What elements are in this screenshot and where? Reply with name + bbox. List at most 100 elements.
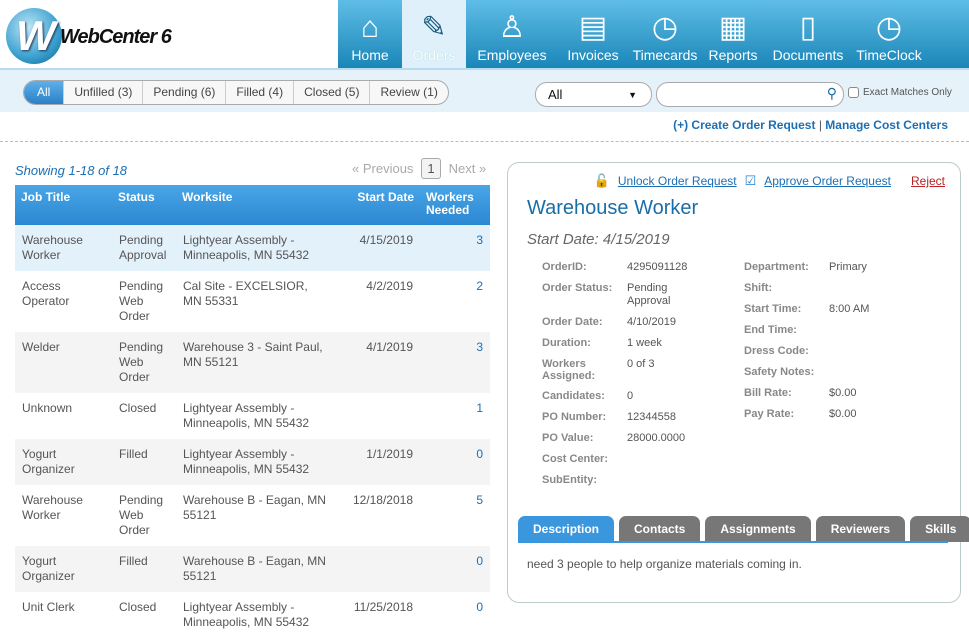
filter-pending-6[interactable]: Pending (6) <box>142 81 225 104</box>
cell-status: Filled <box>112 439 176 485</box>
page-number-button[interactable]: 1 <box>421 158 441 179</box>
dropdown-arrow-icon: ▼ <box>628 90 637 100</box>
showing-count: Showing 1-18 of 18 <box>15 163 128 178</box>
cell-workers-needed: 0 <box>420 546 490 592</box>
field-value <box>627 474 697 487</box>
field-po-number: PO Number: 12344558 <box>542 411 697 424</box>
search-icon[interactable]: ⚲ <box>827 85 837 102</box>
cell-status: Pending Web Order <box>112 332 176 393</box>
approve-order-request-link[interactable]: Approve Order Request <box>764 174 891 188</box>
category-select[interactable]: All ▼ <box>535 82 652 107</box>
nav-label: Timecards <box>632 47 698 63</box>
order-start-date: Start Date: 4/15/2019 <box>527 231 670 248</box>
field-value: Pending Approval <box>627 282 671 307</box>
next-page-link[interactable]: Next » <box>449 161 487 176</box>
column-header-job-title[interactable]: Job Title <box>15 185 112 225</box>
cell-job-title: Access Operator <box>22 279 70 308</box>
field-label: Pay Rate: <box>744 408 795 420</box>
table-row[interactable]: Yogurt Organizer Filled Lightyear Assembly… <box>15 439 490 485</box>
nav-timeclock[interactable]: ◷ TimeClock <box>852 0 926 68</box>
tab-assignments[interactable]: Assignments <box>705 516 811 542</box>
cell-start-date: 1/1/2019 <box>336 439 420 485</box>
column-header-start-date[interactable]: Start Date <box>336 185 420 225</box>
nav-label: Orders <box>412 47 456 63</box>
link-separator: | <box>818 118 822 132</box>
field-dress-code: Dress Code: <box>744 345 899 358</box>
field-label: Cost Center: <box>542 453 609 465</box>
column-header-workers-needed[interactable]: Workers Needed <box>420 185 490 225</box>
nav-home[interactable]: ⌂ Home <box>338 0 402 68</box>
exact-matches-checkbox[interactable] <box>848 87 859 98</box>
filter-review-1[interactable]: Review (1) <box>369 81 447 104</box>
exact-matches-option[interactable]: Exact Matches Only <box>848 87 952 98</box>
divider <box>0 141 969 142</box>
field-cost-center: Cost Center: <box>542 453 697 466</box>
field-subentity: SubEntity: <box>542 474 697 487</box>
tab-reviewers[interactable]: Reviewers <box>815 516 906 542</box>
table-row[interactable]: Access Operator Pending Web Order Cal Site… <box>15 271 490 332</box>
field-candidates: Candidates: 0 <box>542 390 697 403</box>
cell-start-date: 4/2/2019 <box>366 279 413 293</box>
filter-closed-5[interactable]: Closed (5) <box>293 81 369 104</box>
field-value: 12344558 <box>627 411 676 423</box>
cell-job-title: Warehouse Worker <box>15 225 112 271</box>
filter-unfilled-3[interactable]: Unfilled (3) <box>63 81 142 104</box>
cell-workers-needed: 0 <box>420 439 490 485</box>
nav-timecards[interactable]: ◷ Timecards <box>628 0 702 68</box>
filter-all[interactable]: All <box>24 81 64 104</box>
main-nav: ⌂ Home ✎ Orders ♙ Employees ▤ Invoices ◷ Timecard… <box>338 0 969 68</box>
nav-orders[interactable]: ✎ Orders <box>402 0 466 68</box>
tab-description[interactable]: Description <box>518 516 615 542</box>
field-label: Safety Notes: <box>744 366 815 378</box>
detail-tabs: Description Contacts Assignments Reviewers S… <box>518 516 969 542</box>
filter-filled-4[interactable]: Filled (4) <box>225 81 293 104</box>
field-label: SubEntity: <box>542 474 597 486</box>
cell-status: Pending Web Order <box>119 493 164 537</box>
tab-contacts[interactable]: Contacts <box>619 516 701 542</box>
table-row[interactable]: Yogurt Organizer Filled Warehouse B - Eaga… <box>15 546 490 592</box>
field-value: 4295091128 <box>627 261 688 273</box>
notepad-pencil-icon: ✎ <box>421 11 447 44</box>
manage-cost-centers-link[interactable]: Manage Cost Centers <box>825 118 948 132</box>
cell-job-title: Unknown <box>22 401 73 415</box>
table-row[interactable]: Warehouse Worker Pending Web Order Warehou… <box>15 485 490 546</box>
tab-underline <box>518 541 948 543</box>
create-order-request-link[interactable]: (+) Create Order Request <box>673 118 815 132</box>
table-row[interactable]: Warehouse Worker Pending Approval Lightyea… <box>15 225 490 271</box>
cell-start-date <box>336 393 420 439</box>
field-label: Duration: <box>542 337 591 349</box>
field-label: Department: <box>744 261 809 273</box>
nav-reports[interactable]: ▦ Reports <box>702 0 764 68</box>
previous-page-link[interactable]: « Previous <box>352 161 413 176</box>
field-safety-notes: Safety Notes: <box>744 366 899 379</box>
reject-link[interactable]: Reject <box>911 174 945 188</box>
detail-fields-left: OrderID: 4295091128 Order Status: Pending A… <box>542 261 697 495</box>
cell-start-date <box>336 546 420 592</box>
field-value: 0 of 3 <box>627 358 655 370</box>
field-label: Order Date: <box>542 316 603 328</box>
column-header-worksite[interactable]: Worksite <box>176 185 336 225</box>
field-value: $0.00 <box>829 387 857 399</box>
field-workers-assigned: Workers Assigned: 0 of 3 <box>542 358 697 382</box>
nav-employees[interactable]: ♙ Employees <box>466 0 558 68</box>
person-icon: ♙ <box>498 11 526 44</box>
nav-invoices[interactable]: ▤ Invoices <box>558 0 628 68</box>
tab-skills[interactable]: Skills <box>910 516 969 542</box>
webcenter-logo[interactable]: W WebCenter 6 <box>6 8 336 66</box>
field-department: Department: Primary <box>744 261 899 274</box>
unlock-order-request-link[interactable]: Unlock Order Request <box>618 174 737 188</box>
nav-label: Home <box>351 47 389 63</box>
field-value <box>627 453 697 466</box>
cell-start-date: 12/18/2018 <box>352 493 413 507</box>
field-value: Primary <box>829 261 867 273</box>
table-row[interactable]: Unit Clerk Closed Lightyear Assembly - Min… <box>15 592 490 638</box>
exact-matches-label: Exact Matches Only <box>863 87 952 98</box>
pager: « Previous 1 Next » <box>352 158 486 179</box>
table-row[interactable]: Unknown Closed Lightyear Assembly - Minnea… <box>15 393 490 439</box>
logo-text: WebCenter 6 <box>60 26 172 48</box>
column-header-status[interactable]: Status <box>112 185 176 225</box>
search-input[interactable]: ⚲ <box>656 82 844 107</box>
nav-label: Reports <box>708 47 758 63</box>
nav-documents[interactable]: ▯ Documents <box>764 0 852 68</box>
table-row[interactable]: Welder Pending Web Order Warehouse 3 - Sai… <box>15 332 490 393</box>
